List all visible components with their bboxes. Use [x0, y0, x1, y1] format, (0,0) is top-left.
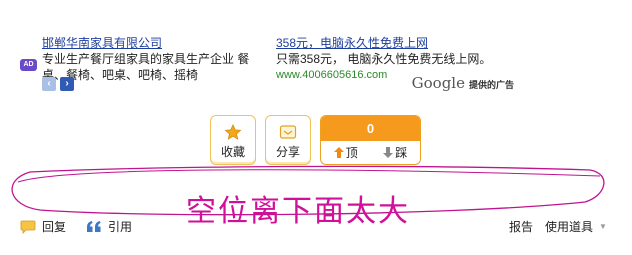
arrow-down-icon: [383, 147, 394, 158]
ad-left-desc: 专业生产餐厅组家具的家具生产企业 餐桌、餐椅、吧桌、吧椅、摇椅: [42, 52, 250, 82]
share-label: 分享: [275, 145, 300, 159]
use-tools-label: 使用道具: [545, 220, 594, 234]
post-action-bar: 回复 引用 报告 使用道具 ▼: [0, 214, 632, 238]
star-icon: [224, 124, 242, 140]
share-button[interactable]: 分享: [265, 115, 311, 165]
favorite-label: 收藏: [220, 145, 245, 159]
share-icon: [279, 125, 297, 139]
favorite-button[interactable]: 收藏: [210, 115, 256, 165]
quote-button[interactable]: 引用: [86, 218, 132, 235]
report-link[interactable]: 报告: [509, 218, 533, 235]
use-tools-dropdown[interactable]: 使用道具 ▼: [545, 218, 607, 235]
ad-next-button[interactable]: ›: [60, 77, 74, 91]
google-ad-block: AD 邯郸华南家具有限公司 专业生产餐厅组家具的家具生产企业 餐桌、餐椅、吧桌、…: [14, 30, 514, 96]
arrow-up-icon: [333, 147, 344, 158]
ad-nav: ‹ ›: [42, 77, 74, 91]
ad-prev-button[interactable]: ‹: [42, 77, 56, 91]
reply-button[interactable]: 回复: [20, 218, 66, 235]
down-vote-button[interactable]: 踩: [383, 144, 407, 161]
ad-right-title-link[interactable]: 358元，电脑永久性免费上网: [276, 35, 506, 51]
vote-count: 0: [321, 116, 420, 141]
ad-badge: AD: [20, 59, 37, 71]
google-attribution-text: 提供的广告: [468, 80, 514, 90]
ad-right-desc: 只需358元， 电脑永久性免费无线上网。: [276, 52, 492, 66]
down-vote-label: 踩: [395, 146, 408, 160]
up-vote-button[interactable]: 顶: [333, 144, 358, 161]
google-logo: Google: [411, 74, 465, 92]
report-label: 报告: [509, 220, 534, 234]
ad-left: 邯郸华南家具有限公司 专业生产餐厅组家具的家具生产企业 餐桌、餐椅、吧桌、吧椅、…: [42, 35, 260, 83]
quote-label: 引用: [108, 220, 133, 234]
google-attribution: Google 提供的广告: [412, 74, 514, 92]
quote-icon: [87, 221, 101, 232]
speech-bubble-icon: [20, 220, 36, 234]
ad-left-title-link[interactable]: 邯郸华南家具有限公司: [42, 35, 260, 51]
vote-box: 0 顶 踩: [320, 115, 421, 165]
chevron-down-icon: ▼: [599, 222, 607, 231]
up-vote-label: 顶: [345, 146, 358, 160]
reply-label: 回复: [42, 220, 67, 234]
